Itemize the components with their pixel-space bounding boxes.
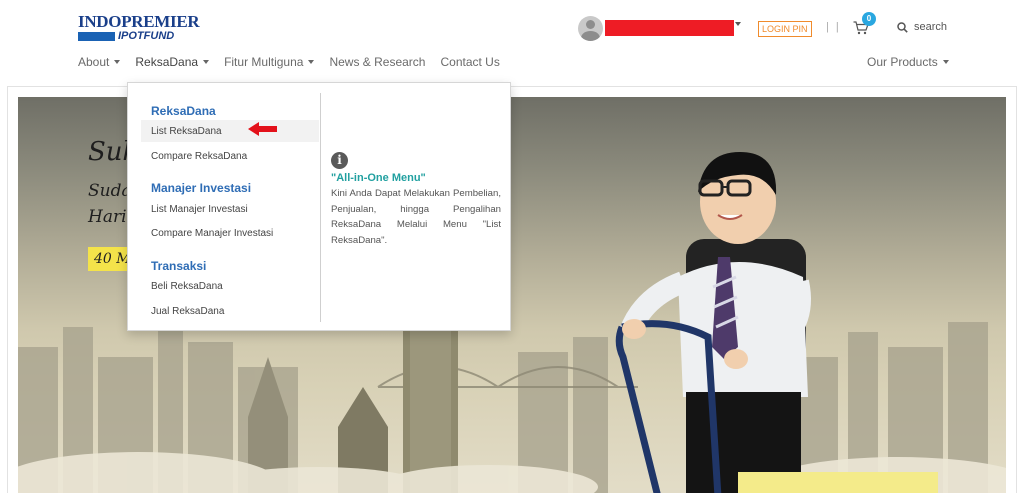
- brand-name-bottom: IPOTFUND: [118, 30, 175, 42]
- cart-count-badge: 0: [862, 12, 876, 26]
- nav-item-contact-us[interactable]: Contact Us: [440, 55, 499, 69]
- nav-label: News & Research: [329, 55, 426, 69]
- nav-label: Contact Us: [440, 55, 500, 69]
- avatar[interactable]: [578, 16, 603, 41]
- nav-label: About: [78, 55, 110, 69]
- dropdown-heading-transaksi: Transaksi: [151, 259, 207, 273]
- chevron-down-icon: [114, 60, 121, 64]
- menu-item-compare-manajer-investasi[interactable]: Compare Manajer Investasi: [151, 228, 273, 239]
- nav-item-news-research[interactable]: News & Research: [329, 55, 425, 69]
- menu-item-list-reksadana[interactable]: List ReksaDana: [151, 126, 222, 137]
- menu-item-compare-reksadana[interactable]: Compare ReksaDana: [151, 151, 247, 162]
- nav-item-fitur-multiguna[interactable]: Fitur Multiguna: [224, 55, 315, 69]
- nav-label: ReksaDana: [135, 55, 199, 69]
- nav-label: Fitur Multiguna: [224, 55, 304, 69]
- login-pin-button[interactable]: LOGIN PIN: [758, 21, 812, 37]
- user-menu-caret-icon[interactable]: [735, 22, 741, 26]
- search-icon: [897, 21, 908, 33]
- chevron-down-icon: [942, 60, 949, 64]
- hero-subtitle-line-1: Suda: [88, 181, 132, 201]
- search-button[interactable]: search: [897, 21, 947, 33]
- all-in-one-menu-title: "All-in-One Menu": [331, 172, 426, 184]
- main-nav: About ReksaDana Fitur Multiguna News & R…: [78, 55, 515, 69]
- red-arrow-icon: [248, 122, 277, 136]
- menu-item-list-manajer-investasi[interactable]: List Manajer Investasi: [151, 204, 248, 215]
- dropdown-links-column: ReksaDana List ReksaDana Compare ReksaDa…: [128, 83, 320, 330]
- header-separator: | |: [826, 21, 841, 33]
- dropdown-heading-manajer-investasi: Manajer Investasi: [151, 181, 252, 195]
- nav-item-about[interactable]: About: [78, 55, 121, 69]
- brand-logo[interactable]: INDOPREMIER IPOTFUND: [78, 12, 200, 43]
- all-in-one-menu-description: Kini Anda Dapat Melakukan Pembelian, Pen…: [331, 188, 501, 246]
- dropdown-divider: [320, 93, 321, 322]
- info-icon: i: [331, 152, 348, 169]
- hero-subtitle-line-2: Hari: [88, 207, 127, 227]
- brand-name-top: INDOPREMIER: [78, 12, 200, 31]
- menu-item-beli-reksadana[interactable]: Beli ReksaDana: [151, 281, 223, 292]
- nav-label: Our Products: [867, 55, 938, 69]
- menu-item-jual-reksadana[interactable]: Jual ReksaDana: [151, 306, 224, 317]
- nav-item-reksadana[interactable]: ReksaDana: [135, 55, 210, 69]
- user-name-redacted[interactable]: [605, 20, 734, 36]
- search-label: search: [914, 21, 948, 33]
- chevron-down-icon: [308, 60, 315, 64]
- dropdown-heading-reksadana: ReksaDana: [151, 104, 216, 118]
- logo-bar: [78, 32, 115, 41]
- nav-item-our-products[interactable]: Our Products: [867, 55, 949, 69]
- chevron-down-icon: [203, 60, 210, 64]
